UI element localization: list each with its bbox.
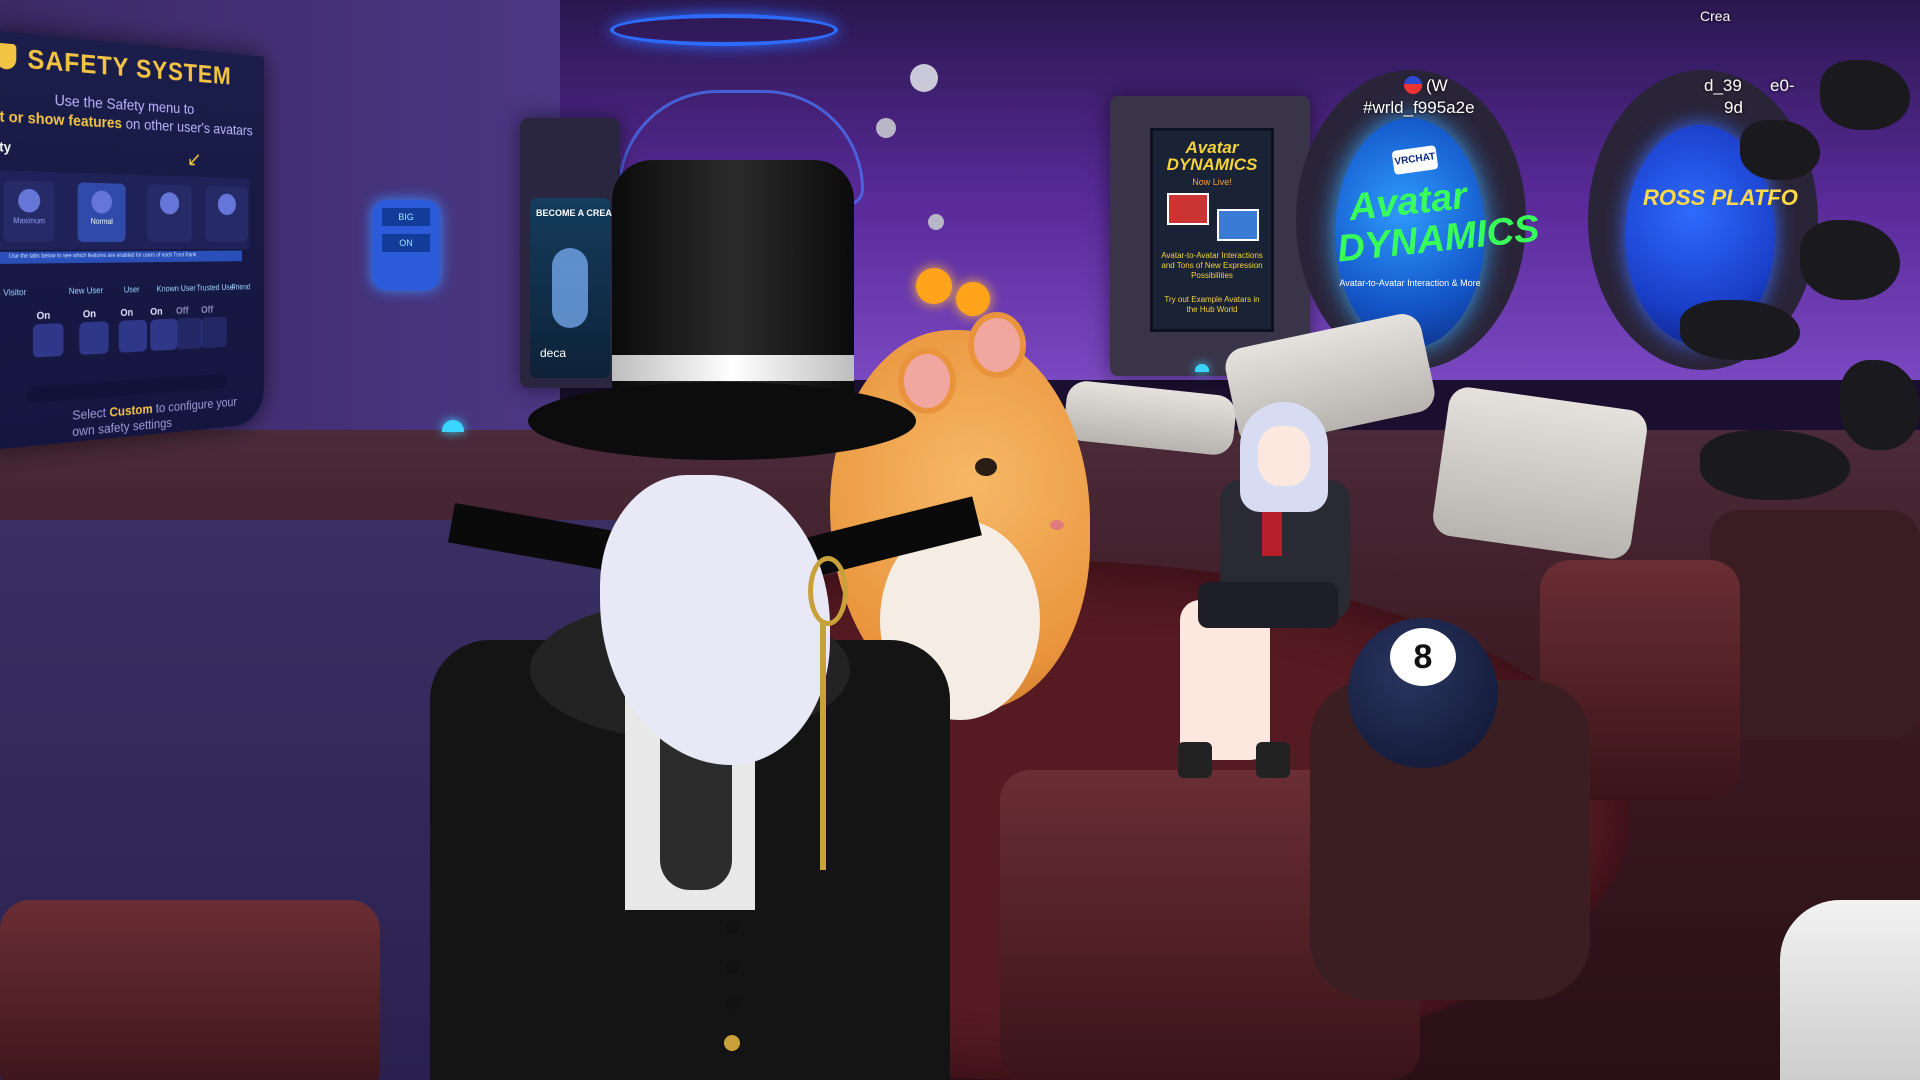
girl-skirt — [1198, 582, 1338, 628]
player-hand — [1780, 900, 1920, 1080]
rank-known-user: Known User — [156, 283, 196, 294]
tab-maximum[interactable]: Maximum — [3, 180, 55, 242]
poster-body: Avatar-to-Avatar Interactions and Tons o… — [1161, 251, 1263, 280]
plant-pot — [1710, 510, 1920, 740]
poster-subtitle: Now Live! — [1192, 177, 1232, 187]
avatar-dynamics-portal[interactable]: VRCHAT Avatar DYNAMICS Avatar-to-Avatar … — [1335, 118, 1541, 348]
floating-orb — [956, 282, 990, 316]
portal-title: ROSS PLATFO — [1643, 185, 1798, 210]
monocle — [808, 556, 848, 626]
floor-light — [1195, 364, 1209, 372]
toggle-state: On — [150, 306, 163, 318]
portal-name-fragment: d_39 — [1704, 76, 1742, 95]
floating-orb — [910, 64, 938, 92]
hamster-nose — [1050, 520, 1064, 530]
rank-trusted-user: Trusted User — [196, 282, 236, 293]
holo-ring — [610, 14, 838, 46]
portal-name-fragment: Crea — [1700, 8, 1731, 24]
toggle-state: Off — [201, 304, 214, 316]
poster-cta: Try out Example Avatars in the Hub World — [1164, 295, 1260, 314]
rank-visitor: Visitor — [3, 287, 27, 298]
hat-brim — [528, 382, 916, 460]
portal-world-id: 9d — [1724, 98, 1743, 117]
sofa — [0, 900, 380, 1080]
hamster-eye — [975, 458, 997, 476]
toggle-state: On — [120, 307, 134, 319]
lights-feature-icon[interactable] — [175, 317, 203, 350]
eight-ball-number: 8 — [1390, 628, 1456, 686]
poster-thumbnail — [1167, 193, 1209, 225]
tab-none[interactable] — [146, 184, 192, 242]
girl-boot — [1256, 742, 1290, 778]
safety-section-label: ety — [0, 138, 11, 155]
creator-kiosk-screen: BECOME A CREA deca — [530, 198, 612, 378]
portal-title: Avatar DYNAMICS — [1335, 175, 1542, 271]
voice-feature-icon[interactable] — [32, 323, 64, 358]
avatar-feature-icon[interactable] — [79, 321, 109, 356]
rank-user: User — [123, 284, 140, 295]
avatar-dynamics-poster: Avatar DYNAMICS Now Live! Avatar-to-Avat… — [1150, 128, 1274, 332]
vest-button — [726, 996, 740, 1010]
portal-name-fragment: (W — [1426, 76, 1448, 95]
shield-icon — [0, 42, 17, 71]
toggle-state: On — [82, 308, 97, 321]
shield-icon — [18, 188, 41, 213]
hamster-ear — [968, 312, 1026, 378]
shaders-feature-icon[interactable] — [201, 316, 228, 349]
floating-orb — [876, 118, 896, 138]
wall-button-panel: BIG ON — [372, 200, 440, 290]
portal-name-fragment: e0- — [1770, 76, 1795, 95]
poster-title: Avatar DYNAMICS — [1166, 138, 1258, 174]
floating-orb — [916, 268, 952, 304]
shield-icon — [91, 190, 113, 214]
toggle-state: On — [36, 309, 51, 323]
tab-custom[interactable] — [205, 186, 248, 242]
toggle-state: Off — [175, 305, 189, 317]
kiosk-caption: deca — [540, 346, 567, 360]
hat-band — [612, 355, 854, 381]
portal-subtitle: Avatar-to-Avatar Interaction & More — [1339, 278, 1481, 288]
creator-kiosk: BECOME A CREA deca — [520, 118, 620, 388]
vest-button — [726, 960, 740, 974]
shield-icon — [217, 193, 236, 216]
safety-system-panel: SAFETY SYSTEM Use the Safety menu to t o… — [0, 30, 264, 450]
user-icons-feature-icon[interactable] — [118, 319, 147, 353]
kiosk-title: BECOME A CREA — [536, 208, 612, 218]
trust-rank-note-bar: Use the tabs below to see which features… — [0, 250, 242, 264]
rank-friend: Friend — [231, 282, 251, 292]
vest-button — [726, 920, 740, 934]
avatar-silhouette — [552, 248, 588, 328]
portal-world-id: #wrld_f995a2e — [1363, 98, 1475, 117]
arrow-icon: ↙ — [187, 147, 202, 171]
monocle-chain — [820, 620, 826, 870]
vrchat-logo: VRCHAT — [1391, 145, 1439, 175]
wall-button[interactable]: ON — [382, 234, 430, 252]
girl-boot — [1178, 742, 1212, 778]
wall-button[interactable]: BIG — [382, 208, 430, 226]
shield-icon — [159, 192, 180, 215]
girl-face — [1258, 426, 1310, 486]
hamster-ear — [898, 348, 956, 414]
poster-thumbnail — [1217, 209, 1259, 241]
safety-title: SAFETY SYSTEM — [27, 43, 232, 90]
tab-normal[interactable]: Normal — [77, 182, 126, 242]
flag-icon — [1404, 76, 1422, 94]
audio-feature-icon[interactable] — [150, 318, 178, 352]
vr-world-scene: SAFETY SYSTEM Use the Safety menu to t o… — [0, 0, 1920, 1080]
floating-orb — [928, 214, 944, 230]
gold-button — [724, 1035, 740, 1051]
pillow — [1430, 384, 1650, 562]
rank-new-user: New User — [68, 285, 104, 296]
